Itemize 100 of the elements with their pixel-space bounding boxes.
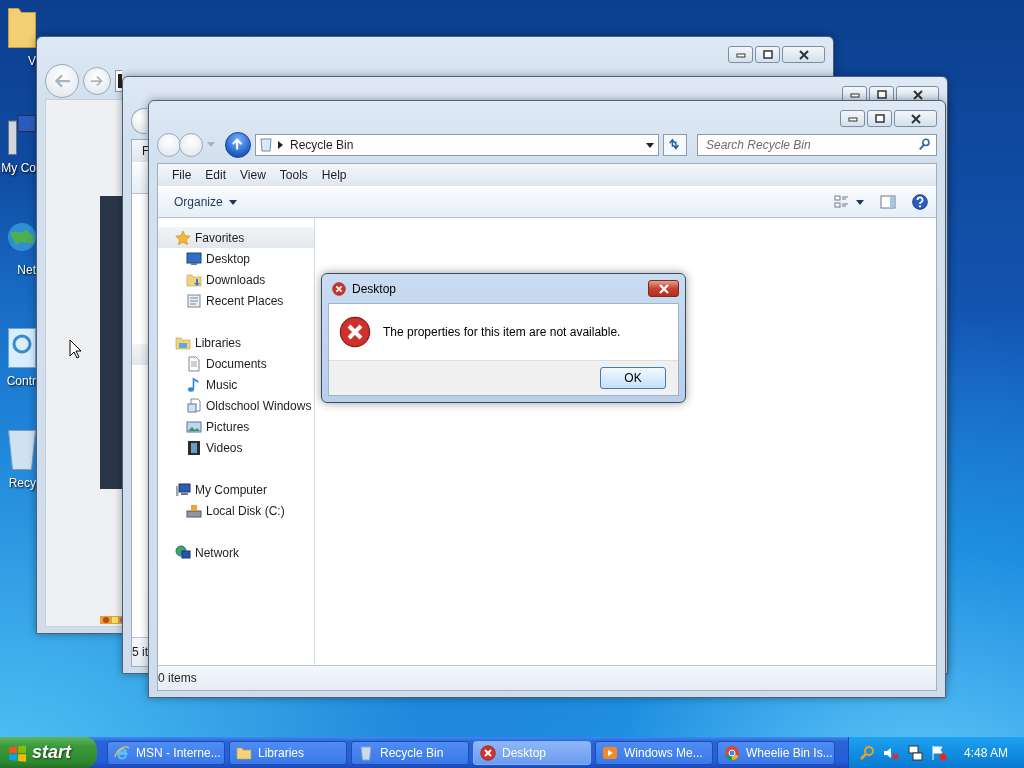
ok-button[interactable]: OK [600, 367, 666, 389]
nav-group-header[interactable]: Favorites [158, 227, 314, 248]
menu-item[interactable]: View [234, 168, 272, 182]
browser-icon [724, 744, 740, 761]
windows-flag-icon [8, 743, 26, 762]
computer-icon [175, 481, 191, 498]
computer-icon [8, 115, 36, 155]
nav-item[interactable]: Documents [158, 353, 314, 374]
monitor-icon [186, 250, 202, 267]
up-button[interactable] [225, 132, 251, 158]
status-text: 0 items [158, 671, 197, 685]
taskbar-button[interactable]: Libraries [229, 740, 347, 765]
menu-item[interactable]: Tools [273, 168, 314, 182]
search-icon [918, 138, 932, 152]
nav-item[interactable]: Local Disk (C:) [158, 500, 314, 521]
desktop-icon-label[interactable]: My Co [1, 161, 36, 175]
maximize-icon [762, 50, 773, 59]
view-list-icon [834, 194, 850, 210]
arrow-right-icon [90, 74, 104, 88]
error-icon [480, 744, 496, 761]
nav-group-header[interactable]: Libraries [158, 332, 314, 353]
organize-button[interactable]: Organize [166, 193, 245, 211]
start-button[interactable]: start [0, 737, 97, 768]
media-icon [602, 744, 618, 761]
minimize-icon [849, 91, 860, 98]
taskbar-button[interactable]: Recycle Bin [351, 740, 469, 765]
taskbar-button[interactable]: MSN - Interne... [107, 740, 225, 765]
minimize-button[interactable] [840, 110, 865, 127]
trash-icon [358, 744, 374, 761]
page-icon [118, 73, 122, 89]
nav-item[interactable]: Music [158, 374, 314, 395]
arrow-up-icon [231, 138, 245, 152]
caret-icon [228, 199, 237, 205]
caret-icon [207, 142, 215, 148]
control-panel-icon [8, 328, 36, 368]
folder-icon [175, 334, 191, 351]
nav-group-header[interactable]: Network [158, 542, 314, 563]
recycle-bin-icon [260, 138, 272, 152]
document-icon [186, 397, 202, 414]
nav-item[interactable]: Downloads [158, 269, 314, 290]
folder-icon [236, 744, 252, 761]
maximize-icon [876, 90, 887, 99]
error-icon [332, 281, 346, 296]
menu-item[interactable]: Edit [199, 168, 233, 182]
minimize-icon [847, 115, 858, 122]
drive-icon [186, 502, 202, 519]
desktop-icon-label[interactable]: V [28, 54, 36, 68]
cursor-icon [69, 339, 82, 359]
close-icon [911, 89, 924, 100]
address-text: Recycle Bin [290, 138, 354, 152]
taskbar-button[interactable]: Windows Me... [595, 740, 713, 765]
maximize-button[interactable] [867, 110, 892, 127]
list-icon [186, 292, 202, 309]
close-icon [909, 113, 922, 124]
menu-item[interactable]: Help [315, 168, 353, 182]
maximize-button[interactable] [755, 46, 780, 63]
close-icon [657, 283, 670, 294]
desktop-icon-label[interactable]: Contr [6, 374, 36, 388]
menu-item[interactable]: File [166, 168, 198, 182]
folder-icon [186, 271, 202, 288]
view-button[interactable] [834, 194, 864, 210]
star-icon [175, 229, 191, 246]
refresh-icon [668, 138, 682, 152]
close-button[interactable] [894, 110, 937, 127]
clock: 4:48 AM [963, 745, 1008, 760]
address-bar[interactable] [115, 70, 122, 92]
network-icon [175, 544, 191, 561]
browser-icon [114, 744, 130, 761]
address-bar[interactable]: Recycle Bin [255, 134, 659, 156]
film-icon [186, 439, 202, 456]
close-button[interactable] [648, 280, 679, 297]
document-icon [186, 355, 202, 372]
nav-item[interactable]: Desktop [158, 248, 314, 269]
nav-item[interactable]: Oldschool Windows [158, 395, 314, 416]
desktop-icon-label[interactable]: Net [17, 263, 36, 277]
search-field[interactable]: Search Recycle Bin [697, 134, 937, 156]
status-text: 5 it [132, 645, 148, 659]
network-icon [907, 744, 923, 761]
magnifier-icon [859, 744, 875, 761]
dialog-message: The properties for this item are not available. [383, 325, 621, 339]
help-button[interactable] [912, 194, 928, 210]
nav-item[interactable]: Videos [158, 437, 314, 458]
flag-icon [931, 744, 947, 761]
arrow-left-icon [53, 72, 71, 90]
nav-group-header[interactable]: My Computer [158, 479, 314, 500]
image-icon [186, 418, 202, 435]
nav-item[interactable]: Pictures [158, 416, 314, 437]
caret-icon [856, 199, 864, 205]
chevron-right-icon [278, 141, 284, 149]
music-note-icon [186, 376, 202, 393]
dialog-title: Desktop [352, 281, 397, 296]
nav-item[interactable]: Recent Places [158, 290, 314, 311]
refresh-button[interactable] [663, 134, 687, 156]
close-icon [797, 49, 810, 60]
error-icon [339, 316, 371, 348]
taskbar-button[interactable]: Wheelie Bin Is... [717, 740, 835, 765]
close-button[interactable] [782, 46, 825, 63]
desktop-icon-label[interactable]: Recy [8, 476, 36, 490]
dropdown-icon [646, 142, 654, 148]
minimize-button[interactable] [728, 46, 753, 63]
